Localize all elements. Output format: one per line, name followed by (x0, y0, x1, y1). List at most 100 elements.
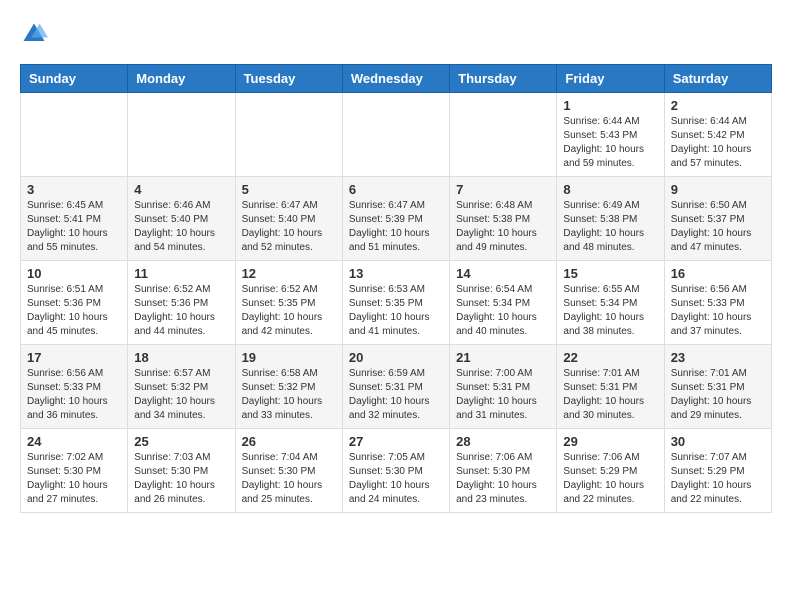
calendar-week-row: 17 Sunrise: 6:56 AM Sunset: 5:33 PM Dayli… (21, 345, 772, 429)
day-number: 9 (671, 182, 765, 197)
day-number: 4 (134, 182, 228, 197)
calendar-cell: 27 Sunrise: 7:05 AM Sunset: 5:30 PM Dayli… (342, 429, 449, 513)
day-number: 27 (349, 434, 443, 449)
logo-icon (20, 20, 48, 48)
day-info: Sunrise: 6:58 AM Sunset: 5:32 PM Dayligh… (242, 367, 336, 423)
day-number: 20 (349, 350, 443, 365)
calendar-cell: 9 Sunrise: 6:50 AM Sunset: 5:37 PM Daylig… (664, 177, 771, 261)
calendar-cell: 8 Sunrise: 6:49 AM Sunset: 5:38 PM Daylig… (557, 177, 664, 261)
calendar-cell: 20 Sunrise: 6:59 AM Sunset: 5:31 PM Dayli… (342, 345, 449, 429)
calendar-cell: 22 Sunrise: 7:01 AM Sunset: 5:31 PM Dayli… (557, 345, 664, 429)
calendar-week-row: 10 Sunrise: 6:51 AM Sunset: 5:36 PM Dayli… (21, 261, 772, 345)
day-number: 12 (242, 266, 336, 281)
logo (20, 20, 52, 48)
day-info: Sunrise: 7:06 AM Sunset: 5:30 PM Dayligh… (456, 451, 550, 507)
calendar-cell (21, 93, 128, 177)
calendar-cell: 7 Sunrise: 6:48 AM Sunset: 5:38 PM Daylig… (450, 177, 557, 261)
day-number: 3 (27, 182, 121, 197)
day-number: 23 (671, 350, 765, 365)
day-info: Sunrise: 6:53 AM Sunset: 5:35 PM Dayligh… (349, 283, 443, 339)
day-header-tuesday: Tuesday (235, 65, 342, 93)
calendar-cell: 30 Sunrise: 7:07 AM Sunset: 5:29 PM Dayli… (664, 429, 771, 513)
day-info: Sunrise: 7:05 AM Sunset: 5:30 PM Dayligh… (349, 451, 443, 507)
day-number: 14 (456, 266, 550, 281)
day-header-saturday: Saturday (664, 65, 771, 93)
day-number: 16 (671, 266, 765, 281)
day-info: Sunrise: 6:51 AM Sunset: 5:36 PM Dayligh… (27, 283, 121, 339)
day-number: 2 (671, 98, 765, 113)
calendar-cell: 17 Sunrise: 6:56 AM Sunset: 5:33 PM Dayli… (21, 345, 128, 429)
day-number: 17 (27, 350, 121, 365)
day-info: Sunrise: 7:02 AM Sunset: 5:30 PM Dayligh… (27, 451, 121, 507)
day-info: Sunrise: 7:07 AM Sunset: 5:29 PM Dayligh… (671, 451, 765, 507)
day-info: Sunrise: 7:01 AM Sunset: 5:31 PM Dayligh… (671, 367, 765, 423)
calendar-cell: 3Sunrise: 6:45 AM Sunset: 5:41 PM Daylig… (21, 177, 128, 261)
calendar-cell: 13 Sunrise: 6:53 AM Sunset: 5:35 PM Dayli… (342, 261, 449, 345)
day-info: Sunrise: 7:06 AM Sunset: 5:29 PM Dayligh… (563, 451, 657, 507)
day-info: Sunrise: 6:47 AM Sunset: 5:39 PM Dayligh… (349, 199, 443, 255)
day-number: 25 (134, 434, 228, 449)
calendar-cell: 25 Sunrise: 7:03 AM Sunset: 5:30 PM Dayli… (128, 429, 235, 513)
day-number: 24 (27, 434, 121, 449)
day-info: Sunrise: 6:59 AM Sunset: 5:31 PM Dayligh… (349, 367, 443, 423)
day-number: 5 (242, 182, 336, 197)
day-number: 8 (563, 182, 657, 197)
day-info: Sunrise: 6:52 AM Sunset: 5:36 PM Dayligh… (134, 283, 228, 339)
day-number: 10 (27, 266, 121, 281)
day-info: Sunrise: 6:56 AM Sunset: 5:33 PM Dayligh… (671, 283, 765, 339)
day-info: Sunrise: 6:48 AM Sunset: 5:38 PM Dayligh… (456, 199, 550, 255)
day-number: 13 (349, 266, 443, 281)
day-number: 26 (242, 434, 336, 449)
calendar-cell: 15 Sunrise: 6:55 AM Sunset: 5:34 PM Dayli… (557, 261, 664, 345)
calendar-cell: 29Sunrise: 7:06 AM Sunset: 5:29 PM Dayli… (557, 429, 664, 513)
day-info: Sunrise: 6:55 AM Sunset: 5:34 PM Dayligh… (563, 283, 657, 339)
day-info: Sunrise: 6:50 AM Sunset: 5:37 PM Dayligh… (671, 199, 765, 255)
calendar-cell: 6Sunrise: 6:47 AM Sunset: 5:39 PM Daylig… (342, 177, 449, 261)
calendar-cell: 10 Sunrise: 6:51 AM Sunset: 5:36 PM Dayli… (21, 261, 128, 345)
day-info: Sunrise: 6:56 AM Sunset: 5:33 PM Dayligh… (27, 367, 121, 423)
day-header-wednesday: Wednesday (342, 65, 449, 93)
day-info: Sunrise: 6:57 AM Sunset: 5:32 PM Dayligh… (134, 367, 228, 423)
day-number: 18 (134, 350, 228, 365)
day-info: Sunrise: 6:44 AM Sunset: 5:43 PM Dayligh… (563, 115, 657, 171)
day-info: Sunrise: 6:44 AM Sunset: 5:42 PM Dayligh… (671, 115, 765, 171)
day-info: Sunrise: 7:01 AM Sunset: 5:31 PM Dayligh… (563, 367, 657, 423)
calendar-week-row: 24 Sunrise: 7:02 AM Sunset: 5:30 PM Dayli… (21, 429, 772, 513)
calendar-week-row: 1 Sunrise: 6:44 AM Sunset: 5:43 PM Daylig… (21, 93, 772, 177)
calendar-cell: 21Sunrise: 7:00 AM Sunset: 5:31 PM Dayli… (450, 345, 557, 429)
day-number: 19 (242, 350, 336, 365)
day-info: Sunrise: 6:54 AM Sunset: 5:34 PM Dayligh… (456, 283, 550, 339)
day-number: 11 (134, 266, 228, 281)
day-info: Sunrise: 6:47 AM Sunset: 5:40 PM Dayligh… (242, 199, 336, 255)
calendar-cell: 5 Sunrise: 6:47 AM Sunset: 5:40 PM Daylig… (235, 177, 342, 261)
calendar-cell: 14 Sunrise: 6:54 AM Sunset: 5:34 PM Dayli… (450, 261, 557, 345)
calendar-cell: 11 Sunrise: 6:52 AM Sunset: 5:36 PM Dayli… (128, 261, 235, 345)
day-number: 30 (671, 434, 765, 449)
day-number: 15 (563, 266, 657, 281)
day-info: Sunrise: 6:52 AM Sunset: 5:35 PM Dayligh… (242, 283, 336, 339)
day-info: Sunrise: 7:00 AM Sunset: 5:31 PM Dayligh… (456, 367, 550, 423)
calendar-week-row: 3Sunrise: 6:45 AM Sunset: 5:41 PM Daylig… (21, 177, 772, 261)
day-header-thursday: Thursday (450, 65, 557, 93)
day-info: Sunrise: 6:49 AM Sunset: 5:38 PM Dayligh… (563, 199, 657, 255)
calendar-cell: 4 Sunrise: 6:46 AM Sunset: 5:40 PM Daylig… (128, 177, 235, 261)
calendar-cell: 12 Sunrise: 6:52 AM Sunset: 5:35 PM Dayli… (235, 261, 342, 345)
day-info: Sunrise: 6:46 AM Sunset: 5:40 PM Dayligh… (134, 199, 228, 255)
calendar-cell: 19 Sunrise: 6:58 AM Sunset: 5:32 PM Dayli… (235, 345, 342, 429)
day-number: 1 (563, 98, 657, 113)
day-number: 22 (563, 350, 657, 365)
day-header-friday: Friday (557, 65, 664, 93)
calendar-cell: 28Sunrise: 7:06 AM Sunset: 5:30 PM Dayli… (450, 429, 557, 513)
calendar-header-row: SundayMondayTuesdayWednesdayThursdayFrid… (21, 65, 772, 93)
calendar-cell (128, 93, 235, 177)
calendar-cell (450, 93, 557, 177)
calendar-table: SundayMondayTuesdayWednesdayThursdayFrid… (20, 64, 772, 513)
calendar-cell (235, 93, 342, 177)
day-number: 7 (456, 182, 550, 197)
day-header-sunday: Sunday (21, 65, 128, 93)
day-info: Sunrise: 7:03 AM Sunset: 5:30 PM Dayligh… (134, 451, 228, 507)
calendar-cell: 24 Sunrise: 7:02 AM Sunset: 5:30 PM Dayli… (21, 429, 128, 513)
calendar-cell (342, 93, 449, 177)
calendar-cell: 23 Sunrise: 7:01 AM Sunset: 5:31 PM Dayli… (664, 345, 771, 429)
calendar-cell: 26Sunrise: 7:04 AM Sunset: 5:30 PM Dayli… (235, 429, 342, 513)
